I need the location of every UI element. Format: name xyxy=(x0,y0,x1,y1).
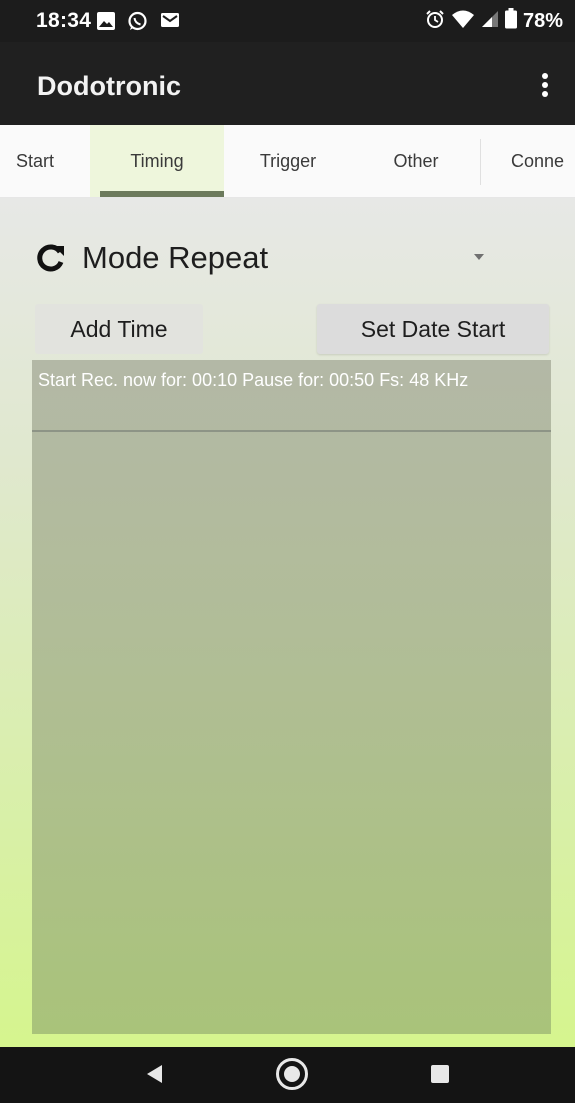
status-right: 78% xyxy=(425,8,563,34)
tab-label: Timing xyxy=(130,151,184,171)
tab-start[interactable]: Start xyxy=(0,125,90,197)
alarm-icon xyxy=(425,9,445,34)
mode-label: Mode Repeat xyxy=(82,240,269,275)
status-time: 18:34 xyxy=(36,9,92,32)
tab-label: Other xyxy=(393,151,439,171)
app-title: Dodotronic xyxy=(37,71,181,101)
dropdown-arrow-icon[interactable] xyxy=(474,254,484,260)
app-bar: Dodotronic xyxy=(0,42,575,125)
battery-icon xyxy=(504,8,517,34)
cell-signal-icon xyxy=(481,10,499,33)
tab-label: Trigger xyxy=(259,151,317,171)
overflow-menu-icon[interactable] xyxy=(541,72,549,98)
gallery-icon xyxy=(96,11,116,36)
repeat-icon xyxy=(37,244,64,272)
back-icon[interactable] xyxy=(147,1065,162,1083)
tab-trigger[interactable]: Trigger xyxy=(224,125,352,197)
tab-label: Start xyxy=(15,151,54,171)
set-date-start-button[interactable]: Set Date Start xyxy=(317,304,549,354)
timing-panel: Mode Repeat Add Time Set Date Start Star… xyxy=(0,198,575,1047)
tab-selected-indicator xyxy=(100,191,224,197)
gmail-icon xyxy=(160,11,180,34)
home-icon[interactable] xyxy=(276,1058,308,1090)
navigation-bar xyxy=(0,1047,575,1103)
tab-timing[interactable]: Timing xyxy=(90,125,224,197)
recents-icon[interactable] xyxy=(431,1065,449,1083)
tab-other[interactable]: Other xyxy=(352,125,480,197)
battery-percent: 78% xyxy=(522,9,563,32)
whatsapp-icon xyxy=(127,11,148,37)
status-bar: 18:34 78% xyxy=(0,0,575,42)
schedule-list: Start Rec. now for: 00:10 Pause for: 00:… xyxy=(32,360,551,1034)
wifi-icon xyxy=(451,9,475,34)
mode-spinner[interactable]: Mode Repeat xyxy=(36,238,268,278)
list-item[interactable]: Start Rec. now for: 00:10 Pause for: 00:… xyxy=(32,360,551,432)
tab-bar: Start Timing Trigger Other Conne xyxy=(0,125,575,198)
tab-connection[interactable]: Conne xyxy=(480,125,575,197)
tab-label: Conne xyxy=(511,151,565,171)
add-time-button[interactable]: Add Time xyxy=(35,304,203,354)
